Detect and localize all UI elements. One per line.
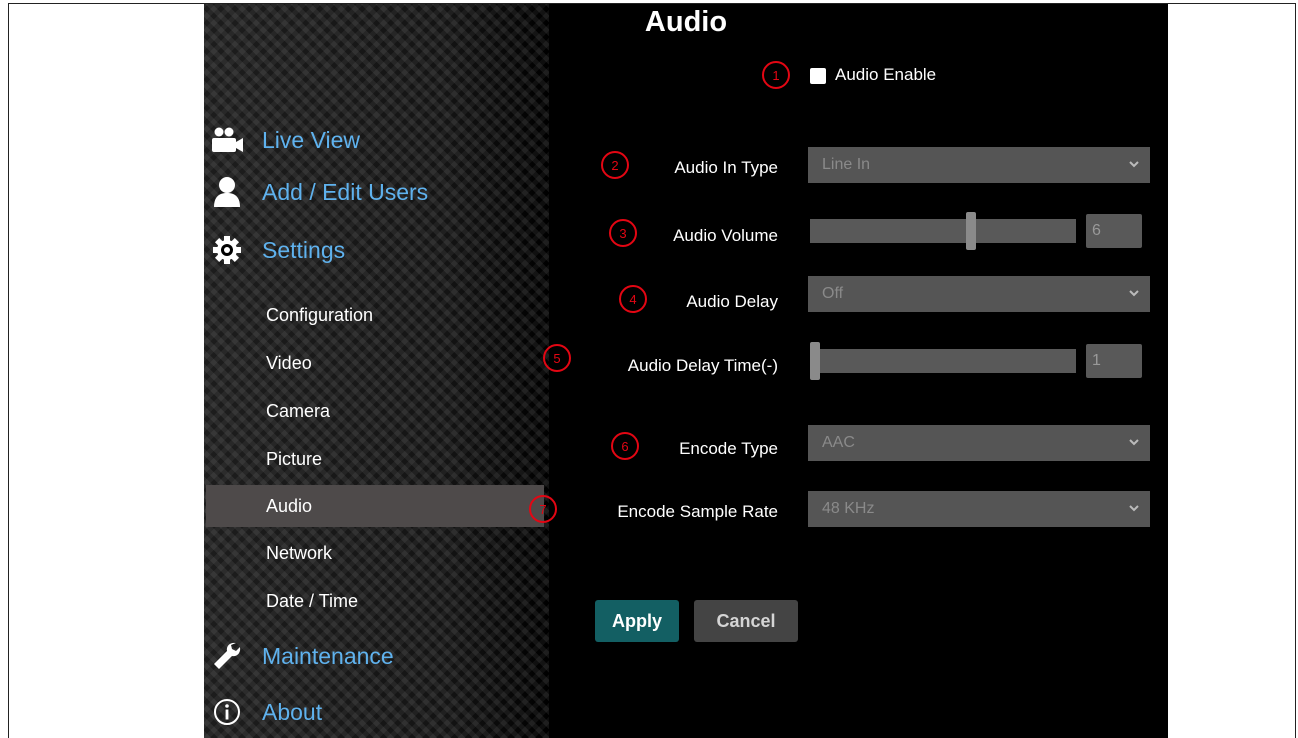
nav-live-view-label: Live View: [262, 126, 361, 153]
sidebar-item-label: Audio: [266, 495, 313, 516]
sidebar-item-network[interactable]: Network: [206, 532, 544, 574]
nav-about-label: About: [262, 698, 323, 725]
sidebar-item-camera[interactable]: Camera: [206, 390, 544, 432]
sidebar-item-label: Configuration: [266, 304, 374, 325]
page-title: Audio: [644, 6, 728, 38]
chevron-down-icon: [1128, 286, 1140, 304]
nav-add-edit-users-label: Add / Edit Users: [262, 178, 429, 205]
annotation-badge: 4: [619, 285, 647, 313]
nav-live-view[interactable]: Live View: [210, 120, 360, 160]
audio-delay-value: Off: [822, 285, 844, 302]
encode-sample-rate-select[interactable]: 48 KHz: [808, 491, 1150, 527]
audio-enable-label: Audio Enable: [835, 65, 937, 84]
sidebar-item-picture[interactable]: Picture: [206, 438, 544, 480]
encode-sample-rate-label: Encode Sample Rate: [617, 502, 778, 521]
nav-maintenance[interactable]: Maintenance: [210, 636, 394, 676]
encode-type-value: AAC: [822, 434, 855, 451]
annotation-badge: 7: [529, 495, 557, 523]
sidebar-item-label: Video: [266, 352, 312, 373]
sidebar-item-date-time[interactable]: Date / Time: [206, 580, 544, 622]
apply-button[interactable]: Apply: [595, 600, 679, 642]
audio-delay-time-slider[interactable]: [810, 342, 1076, 380]
annotation-badge: 2: [601, 151, 629, 179]
camera-web-ui: Audio Live View Add / Edit Users Setting…: [204, 4, 1168, 738]
nav-settings[interactable]: Settings: [210, 230, 345, 270]
sidebar-item-video[interactable]: Video: [206, 342, 544, 384]
nav-add-edit-users[interactable]: Add / Edit Users: [210, 172, 428, 212]
annotation-badge: 5: [543, 344, 571, 372]
chevron-down-icon: [1128, 157, 1140, 175]
audio-in-type-label: Audio In Type: [674, 158, 778, 177]
nav-settings-label: Settings: [262, 236, 346, 263]
wrench-icon: [210, 639, 244, 673]
sidebar-item-label: Camera: [266, 400, 331, 421]
audio-delay-time-value[interactable]: 1: [1086, 344, 1142, 378]
audio-in-type-select[interactable]: Line In: [808, 147, 1150, 183]
sidebar-item-audio[interactable]: Audio: [206, 485, 544, 527]
audio-volume-slider-thumb[interactable]: [966, 212, 976, 250]
chevron-down-icon: [1128, 435, 1140, 453]
nav-maintenance-label: Maintenance: [262, 642, 394, 669]
sidebar-item-label: Network: [266, 542, 333, 563]
sidebar-item-configuration[interactable]: Configuration: [206, 294, 544, 336]
audio-delay-label: Audio Delay: [686, 292, 778, 311]
audio-volume-slider[interactable]: [810, 212, 1076, 250]
audio-delay-time-slider-thumb[interactable]: [810, 342, 820, 380]
chevron-down-icon: [1128, 501, 1140, 519]
audio-volume-label: Audio Volume: [673, 226, 778, 245]
cancel-button[interactable]: Cancel: [694, 600, 798, 642]
camera-icon: [210, 123, 244, 157]
info-icon: [210, 695, 244, 729]
encode-type-select[interactable]: AAC: [808, 425, 1150, 461]
audio-enable-checkbox[interactable]: [810, 68, 826, 84]
annotation-badge: 1: [762, 61, 790, 89]
user-icon: [210, 175, 244, 209]
nav-about[interactable]: About: [210, 692, 322, 732]
encode-sample-rate-value: 48 KHz: [822, 500, 875, 517]
audio-in-type-value: Line In: [822, 156, 871, 173]
gear-icon: [210, 233, 244, 267]
audio-delay-time-label: Audio Delay Time(-): [627, 356, 778, 375]
sidebar-item-label: Date / Time: [266, 590, 359, 611]
annotation-badge: 3: [609, 219, 637, 247]
encode-type-label: Encode Type: [679, 439, 778, 458]
audio-delay-select[interactable]: Off: [808, 276, 1150, 312]
annotation-badge: 6: [611, 432, 639, 460]
audio-volume-value[interactable]: 6: [1086, 214, 1142, 248]
sidebar-item-label: Picture: [266, 448, 323, 469]
